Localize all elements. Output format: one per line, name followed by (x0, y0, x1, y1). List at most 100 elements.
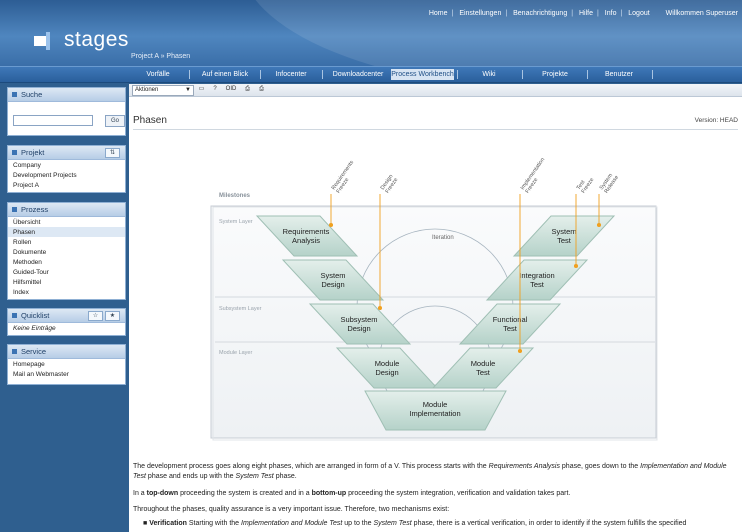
main-nav: Vorfälle Auf einen Blick Infocenter Down… (0, 66, 742, 83)
process-panel-header[interactable]: Prozess (8, 203, 125, 217)
project-panel-title: Projekt (21, 148, 45, 157)
search-input[interactable] (13, 115, 93, 126)
search-panel: Suche Go (7, 87, 126, 136)
nav-auf-einen-blick[interactable]: Auf einen Blick (193, 69, 257, 80)
project-panel: Projekt ⇅ Company Development Projects P… (7, 145, 126, 193)
text-run: System Test (235, 473, 274, 480)
search-go-button[interactable]: Go (105, 115, 125, 127)
description-paragraph-1: The development process goes along eight… (133, 462, 733, 482)
quicklist-panel: Quicklist ☆ ★ Keine Einträge (7, 308, 126, 336)
nav-separator (457, 70, 458, 79)
description-paragraph-3: Throughout the phases, quality assurance… (133, 506, 450, 513)
milestone-marker (377, 305, 383, 311)
nav-separator (587, 70, 588, 79)
text-run: bottom-up (311, 490, 347, 497)
stages-logo-icon (34, 32, 50, 50)
phase-label: Module Design (375, 359, 400, 377)
text-run: top-down (146, 490, 179, 497)
sidebar-item-index[interactable]: Index (8, 287, 125, 297)
text-run: phase, there is a vertical verification,… (411, 520, 687, 527)
sidebar-item-methoden[interactable]: Methoden (8, 257, 125, 267)
sidebar-item-mail-webmaster[interactable]: Mail an Webmaster (8, 369, 125, 379)
logo-text[interactable]: stages (64, 28, 129, 52)
text-run: Requirements Analysis (488, 463, 560, 470)
panel-bullet-icon (12, 150, 17, 155)
iteration-label: Iteration (432, 235, 454, 241)
milestone-label: ImplementationFreeze (520, 157, 551, 195)
nav-separator (652, 70, 653, 79)
text-run: phase. (273, 473, 297, 480)
panel-bullet-icon (12, 349, 17, 354)
service-panel-title: Service (21, 347, 47, 356)
link-settings[interactable]: Einstellungen (459, 10, 501, 17)
sidebar-item-uebersicht[interactable]: Übersicht (8, 217, 125, 227)
sidebar-item-phasen[interactable]: Phasen (8, 227, 125, 237)
sidebar-item-homepage[interactable]: Homepage (8, 359, 125, 369)
nav-vorfaelle[interactable]: Vorfälle (130, 69, 186, 80)
sidebar-item-project-a[interactable]: Project A (8, 180, 125, 190)
text-run: Implementation and Module Test (241, 520, 343, 527)
milestone-label: SystemRelease (599, 171, 620, 194)
sidebar-item-guided-tour[interactable]: Guided-Tour (8, 267, 125, 277)
text-run: up to the (342, 520, 374, 527)
sidebar-item-development-projects[interactable]: Development Projects (8, 170, 125, 180)
text-run: phase and ends up with the (145, 473, 236, 480)
milestone-label: TestFreeze (576, 174, 596, 195)
quicklist-empty: Keine Einträge (13, 325, 56, 332)
content-area: Aktionen ▼ ▭ ? OID ⎙ ⎙ Phasen Version: H… (129, 84, 742, 532)
welcome-text: Willkommen Superuser (665, 10, 738, 17)
nav-downloadcenter[interactable]: Downloadcenter (326, 69, 390, 80)
process-panel: Prozess Übersicht Phasen Rollen Dokument… (7, 202, 126, 300)
quicklist-panel-header[interactable]: Quicklist ☆ ★ (8, 309, 125, 323)
milestone-marker (517, 348, 523, 354)
sidebar-item-rollen[interactable]: Rollen (8, 237, 125, 247)
nav-infocenter[interactable]: Infocenter (263, 69, 319, 80)
link-notification[interactable]: Benachrichtigung (513, 10, 567, 17)
favorite-star-icon[interactable]: ★ (105, 311, 120, 321)
layer-label-system: System Layer (219, 219, 253, 225)
search-panel-header[interactable]: Suche (8, 88, 125, 102)
text-run: proceeding the system is created and in … (178, 490, 312, 497)
panel-bullet-icon (12, 207, 17, 212)
milestone-marker (596, 222, 602, 228)
panel-bullet-icon (12, 92, 17, 97)
nav-wiki[interactable]: Wiki (460, 69, 518, 80)
milestone-label: RequirementsFreeze (331, 159, 361, 194)
nav-projekte[interactable]: Projekte (526, 69, 584, 80)
text-run: System Test (373, 520, 412, 527)
text-run: The development process goes along eight… (133, 463, 489, 470)
nav-process-workbench[interactable]: Process Workbench (391, 69, 454, 80)
header: stages Project A » Phasen Home | Einstell… (0, 0, 742, 66)
text-run: proceeding the system integration, verif… (346, 490, 571, 497)
sidebar-item-dokumente[interactable]: Dokumente (8, 247, 125, 257)
milestone-marker (328, 222, 334, 228)
sidebar-item-hilfsmittel[interactable]: Hilfsmittel (8, 277, 125, 287)
link-help[interactable]: Hilfe (579, 10, 593, 17)
quicklist-panel-title: Quicklist (21, 311, 50, 320)
text-run: Verification (149, 520, 187, 527)
milestones-label: Milestones (219, 193, 251, 199)
description-paragraph-2: In a top-down proceeding the system is c… (133, 489, 733, 499)
text-run: Starting with the (186, 520, 242, 527)
layer-label-subsystem: Subsystem Layer (219, 306, 262, 312)
nav-separator (189, 70, 190, 79)
breadcrumb[interactable]: Project A » Phasen (131, 53, 190, 60)
search-panel-title: Suche (21, 90, 43, 99)
project-panel-header[interactable]: Projekt ⇅ (8, 146, 125, 160)
tree-toggle-icon[interactable]: ⇅ (105, 148, 120, 158)
link-logout[interactable]: Logout (628, 10, 649, 17)
link-info[interactable]: Info (605, 10, 617, 17)
text-run: In a (133, 490, 147, 497)
sidebar-item-company[interactable]: Company (8, 160, 125, 170)
link-home[interactable]: Home (429, 10, 448, 17)
nav-separator (522, 70, 523, 79)
top-links: Home | Einstellungen | Benachrichtigung | H… (428, 10, 738, 17)
layer-label-module: Module Layer (219, 350, 252, 356)
nav-benutzer[interactable]: Benutzer (590, 69, 648, 80)
milestone-label: DesignFreeze (380, 174, 400, 195)
description-bullet-verification: ■ Verification Starting with the Impleme… (143, 519, 733, 529)
service-panel-header[interactable]: Service (8, 345, 125, 359)
service-panel: Service Homepage Mail an Webmaster (7, 344, 126, 385)
phase-label: System Design (320, 271, 345, 289)
add-favorite-icon[interactable]: ☆ (88, 311, 103, 321)
